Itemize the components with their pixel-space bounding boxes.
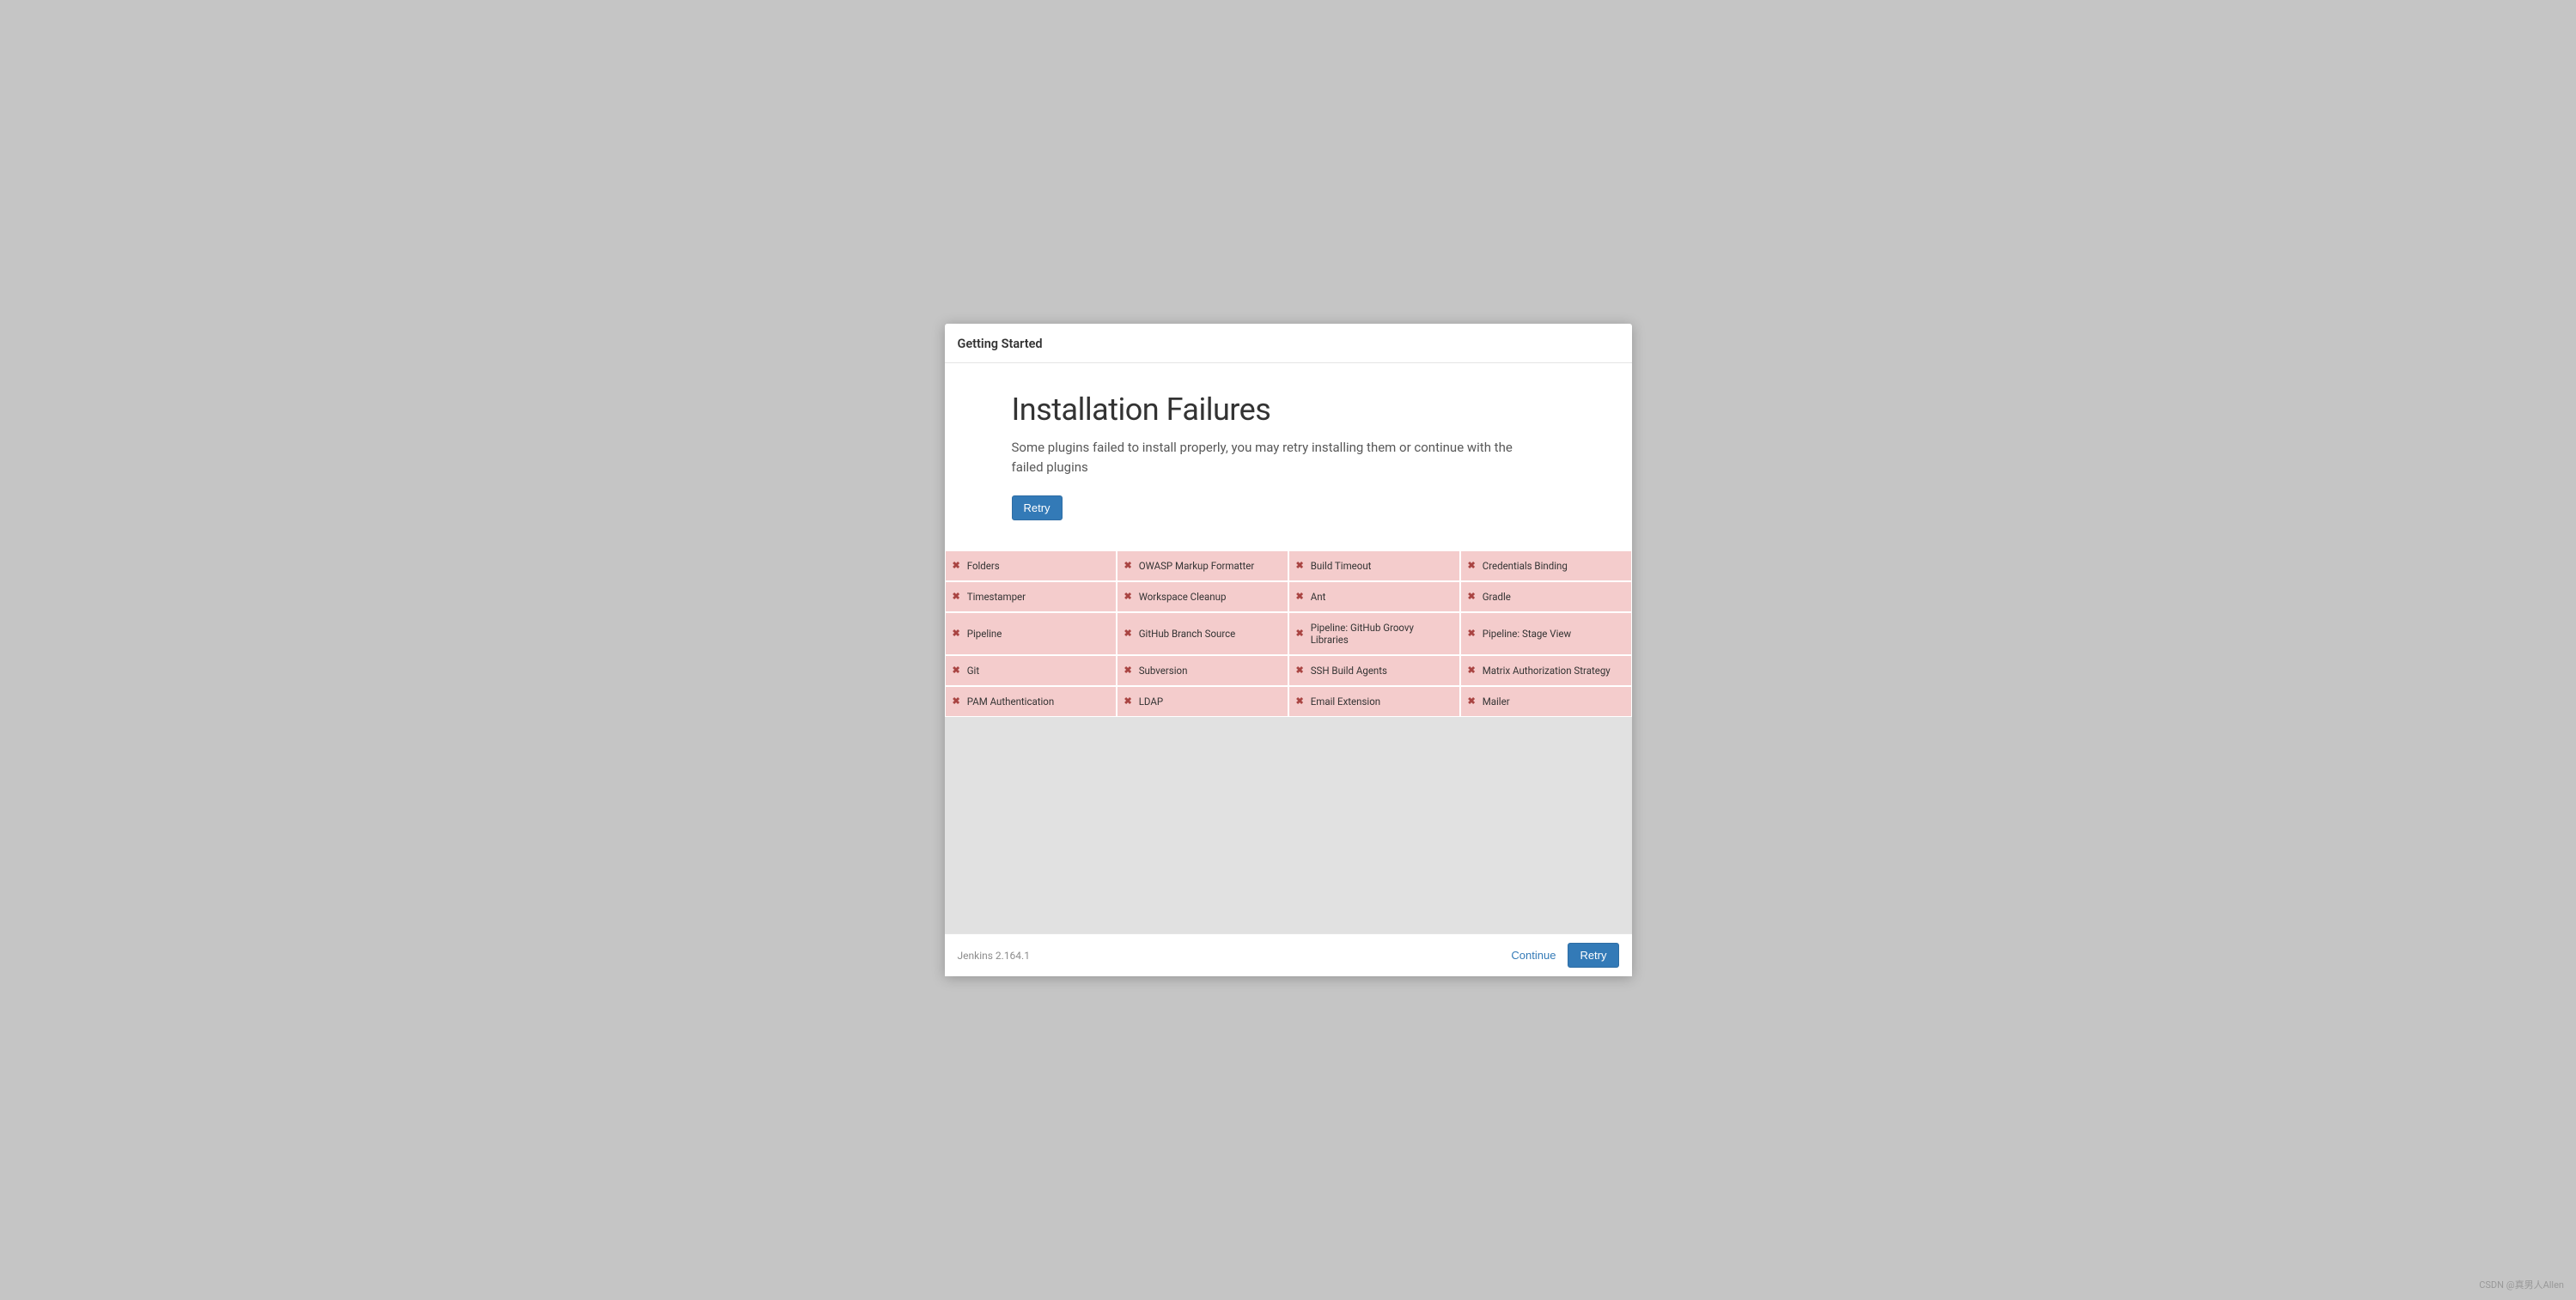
page-title: Installation Failures (1012, 392, 1565, 428)
fail-icon: ✖ (1468, 628, 1476, 639)
fail-icon: ✖ (1296, 696, 1304, 707)
plugin-name: Timestamper (967, 591, 1026, 603)
fail-icon: ✖ (1468, 665, 1476, 676)
fail-icon: ✖ (1296, 560, 1304, 571)
plugin-name: Gradle (1483, 591, 1511, 603)
plugin-name: Matrix Authorization Strategy (1483, 665, 1611, 677)
plugin-name: PAM Authentication (967, 696, 1055, 708)
fail-icon: ✖ (953, 560, 960, 571)
plugin-cell: ✖ Pipeline: GitHub Groovy Libraries (1288, 612, 1460, 655)
fail-icon: ✖ (1468, 591, 1476, 602)
plugin-cell: ✖ Pipeline: Stage View (1460, 612, 1632, 655)
dialog-header: Getting Started (945, 324, 1632, 363)
plugin-name: Folders (967, 560, 1000, 572)
plugin-cell: ✖ Pipeline (945, 612, 1117, 655)
fail-icon: ✖ (1296, 665, 1304, 676)
plugin-cell: ✖ GitHub Branch Source (1117, 612, 1288, 655)
page-subtitle: Some plugins failed to install properly,… (1012, 438, 1544, 478)
plugin-grid: ✖ Folders ✖ OWASP Markup Formatter ✖ Build Ti… (945, 550, 1632, 717)
fail-icon: ✖ (1124, 696, 1132, 707)
plugin-cell: ✖ SSH Build Agents (1288, 655, 1460, 686)
fail-icon: ✖ (1468, 560, 1476, 571)
watermark-text: CSDN @真男人Allen (2479, 1278, 2564, 1291)
plugin-name: Credentials Binding (1483, 560, 1568, 572)
plugin-name: OWASP Markup Formatter (1139, 560, 1255, 572)
plugin-name: Build Timeout (1311, 560, 1372, 572)
fail-icon: ✖ (1468, 696, 1476, 707)
plugin-cell: ✖ Matrix Authorization Strategy (1460, 655, 1632, 686)
fail-icon: ✖ (1124, 591, 1132, 602)
setup-wizard-dialog: Getting Started Installation Failures So… (945, 324, 1632, 976)
plugin-cell: ✖ LDAP (1117, 686, 1288, 717)
plugin-name: Email Extension (1311, 696, 1380, 708)
version-label: Jenkins 2.164.1 (958, 950, 1030, 962)
plugin-name: Ant (1311, 591, 1326, 603)
plugin-cell: ✖ PAM Authentication (945, 686, 1117, 717)
plugin-name: Pipeline: Stage View (1483, 628, 1571, 640)
dialog-footer: Jenkins 2.164.1 Continue Retry (945, 933, 1632, 976)
plugin-cell: ✖ Subversion (1117, 655, 1288, 686)
plugin-name: GitHub Branch Source (1139, 628, 1236, 640)
dialog-body: Installation Failures Some plugins faile… (945, 363, 1632, 933)
plugin-cell: ✖ OWASP Markup Formatter (1117, 550, 1288, 581)
plugin-name: Pipeline: GitHub Groovy Libraries (1311, 622, 1452, 646)
plugin-cell: ✖ Email Extension (1288, 686, 1460, 717)
plugin-name: Subversion (1139, 665, 1188, 677)
footer-actions: Continue Retry (1502, 943, 1618, 968)
fail-icon: ✖ (1296, 628, 1304, 639)
fail-icon: ✖ (953, 591, 960, 602)
fail-icon: ✖ (1296, 591, 1304, 602)
plugin-cell: ✖ Workspace Cleanup (1117, 581, 1288, 612)
plugin-cell: ✖ Git (945, 655, 1117, 686)
intro-section: Installation Failures Some plugins faile… (945, 363, 1632, 550)
dialog-title: Getting Started (958, 337, 1619, 351)
fail-icon: ✖ (953, 696, 960, 707)
fail-icon: ✖ (953, 665, 960, 676)
plugin-name: LDAP (1139, 696, 1163, 708)
plugin-cell: ✖ Build Timeout (1288, 550, 1460, 581)
empty-spacer (945, 717, 1632, 934)
fail-icon: ✖ (1124, 560, 1132, 571)
plugin-cell: ✖ Timestamper (945, 581, 1117, 612)
plugin-cell: ✖ Credentials Binding (1460, 550, 1632, 581)
fail-icon: ✖ (1124, 628, 1132, 639)
fail-icon: ✖ (953, 628, 960, 639)
plugin-name: Mailer (1483, 696, 1510, 708)
plugin-name: Workspace Cleanup (1139, 591, 1227, 603)
plugin-cell: ✖ Gradle (1460, 581, 1632, 612)
plugin-name: SSH Build Agents (1311, 665, 1387, 677)
plugin-cell: ✖ Mailer (1460, 686, 1632, 717)
fail-icon: ✖ (1124, 665, 1132, 676)
retry-button-top[interactable]: Retry (1012, 495, 1063, 520)
plugin-cell: ✖ Ant (1288, 581, 1460, 612)
plugin-name: Git (967, 665, 979, 677)
plugin-cell: ✖ Folders (945, 550, 1117, 581)
continue-button[interactable]: Continue (1502, 944, 1564, 967)
retry-button-bottom[interactable]: Retry (1568, 943, 1618, 968)
plugin-name: Pipeline (967, 628, 1002, 640)
